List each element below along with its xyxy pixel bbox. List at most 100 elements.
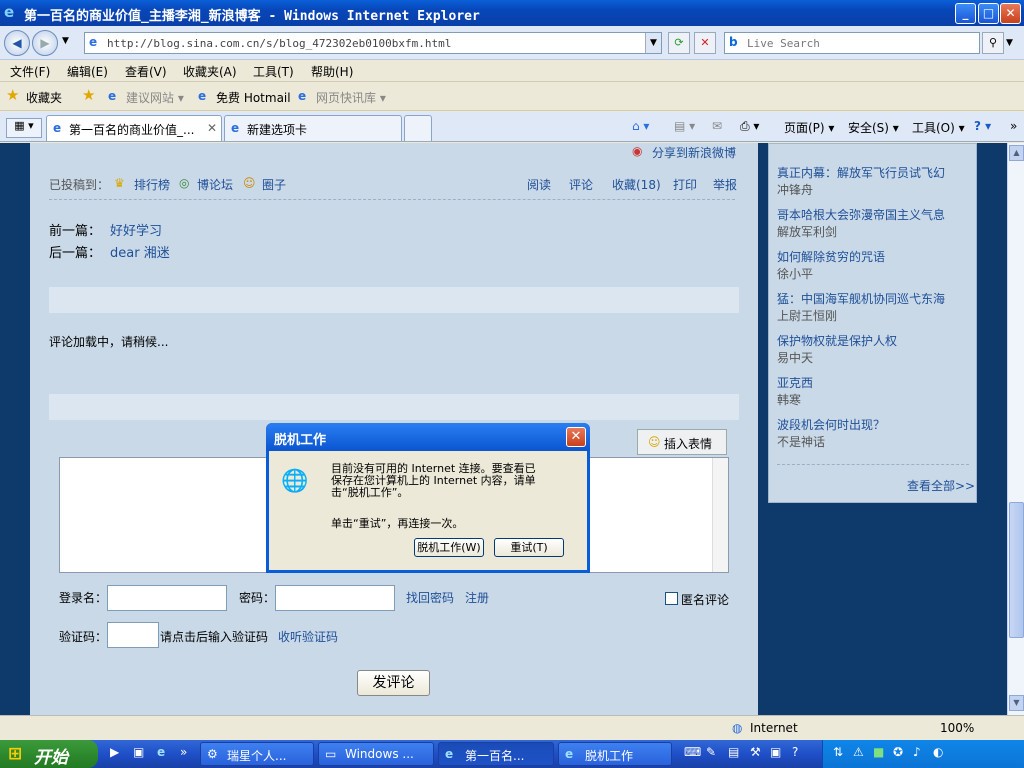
tab-new[interactable]: e 新建选项卡: [224, 115, 402, 141]
password-input[interactable]: [275, 585, 395, 611]
sidebar-post-author[interactable]: 徐小平: [777, 267, 813, 281]
menu-tools[interactable]: 工具(T): [253, 63, 294, 80]
menu-help[interactable]: 帮助(H): [311, 63, 353, 80]
sidebar-post-author[interactable]: 解放军利剑: [777, 225, 837, 239]
help-icon[interactable]: ? ▾: [974, 119, 991, 133]
page-menu[interactable]: 页面(P) ▾: [784, 119, 834, 136]
forward-button[interactable]: ▶: [32, 30, 58, 56]
home-icon[interactable]: ⌂ ▾: [632, 119, 649, 133]
taskbar-item-offline[interactable]: e 脱机工作: [558, 742, 672, 766]
tools-menu[interactable]: 工具(O) ▾: [912, 119, 965, 136]
maximize-button[interactable]: □: [978, 3, 999, 24]
quicklaunch-more-icon[interactable]: »: [180, 745, 187, 759]
listen-captcha-link[interactable]: 收听验证码: [278, 628, 338, 645]
scroll-down-icon[interactable]: ▼: [1009, 695, 1024, 711]
page-scrollbar[interactable]: ▲ ▼: [1007, 143, 1024, 715]
username-input[interactable]: [107, 585, 227, 611]
retry-button[interactable]: 重试(T): [494, 538, 564, 557]
feeds-icon[interactable]: ▤ ▾: [674, 119, 695, 133]
tray-icon[interactable]: ◐: [933, 745, 943, 759]
tool-icon[interactable]: ⚒: [750, 745, 761, 759]
mail-icon[interactable]: ✉: [712, 119, 722, 133]
quick-tabs-icon[interactable]: ▦ ▾: [6, 118, 42, 138]
volume-icon[interactable]: ♪: [913, 745, 921, 759]
sidebar-post-author[interactable]: 上尉王恒刚: [777, 309, 837, 323]
menu-favorites[interactable]: 收藏夹(A): [183, 63, 237, 80]
stop-button[interactable]: ✕: [694, 32, 716, 54]
menu-view[interactable]: 查看(V): [125, 63, 167, 80]
textarea-scrollbar[interactable]: [712, 458, 728, 572]
sidebar-post-link[interactable]: 保护物权就是保护人权: [777, 334, 897, 348]
history-dropdown-icon[interactable]: ▼: [62, 36, 69, 46]
zoom-level[interactable]: 100%: [940, 721, 974, 735]
next-post-link[interactable]: dear 湘迷: [110, 242, 170, 261]
sidebar-post-author[interactable]: 韩寒: [777, 393, 801, 407]
sidebar-post-link[interactable]: 猛：中国海军舰机协同巡弋东海: [777, 292, 945, 306]
submit-comment-button[interactable]: 发评论: [357, 670, 430, 696]
ime-icon[interactable]: ▤: [728, 745, 739, 759]
ime-settings-icon[interactable]: ▣: [770, 745, 781, 759]
share-weibo-link[interactable]: 分享到新浪微博: [652, 144, 736, 161]
address-field[interactable]: e http://blog.sina.com.cn/s/blog_472302e…: [84, 32, 662, 54]
action-report[interactable]: 举报: [713, 176, 737, 193]
action-comment[interactable]: 评论: [569, 176, 593, 193]
tab-close-icon[interactable]: ✕: [207, 121, 217, 135]
tab-active[interactable]: e 第一百名的商业价值_... ✕: [46, 115, 222, 141]
sidebar-post-link[interactable]: 哥本哈根大会弥漫帝国主义气息: [777, 208, 945, 222]
taskbar-item-browser[interactable]: e 第一百名...: [438, 742, 554, 766]
fav-item-webslice[interactable]: 网页快讯库 ▾: [316, 89, 386, 106]
safety-menu[interactable]: 安全(S) ▾: [848, 119, 899, 136]
media-player-icon[interactable]: ▶: [110, 745, 119, 759]
close-button[interactable]: ✕: [1000, 3, 1021, 24]
work-offline-button[interactable]: 脱机工作(W): [414, 538, 484, 557]
sidebar-post-link[interactable]: 亚克西: [777, 376, 813, 390]
action-print[interactable]: 打印: [673, 176, 697, 193]
link-ranking[interactable]: 排行榜: [134, 176, 170, 193]
network-icon[interactable]: ⇅: [833, 745, 843, 759]
address-url[interactable]: http://blog.sina.com.cn/s/blog_472302eb0…: [107, 37, 451, 50]
insert-emoji-button[interactable]: ☺ 插入表情: [637, 429, 727, 455]
taskbar-item-rising[interactable]: ⚙ 瑞星个人...: [200, 742, 314, 766]
help-icon[interactable]: ?: [792, 745, 798, 759]
search-button[interactable]: ⚲: [982, 32, 1004, 54]
address-dropdown-icon[interactable]: ▼: [645, 33, 661, 53]
sidebar-post-link[interactable]: 如何解除贫穷的咒语: [777, 250, 885, 264]
sidebar-post-author[interactable]: 冲锋舟: [777, 183, 813, 197]
desktop-icon[interactable]: ▣: [133, 745, 144, 759]
link-forum[interactable]: 博论坛: [197, 176, 233, 193]
keyboard-icon[interactable]: ⌨: [684, 745, 701, 759]
forgot-password-link[interactable]: 找回密码: [406, 589, 454, 606]
sidebar-post-link[interactable]: 波段机会何时出现？: [777, 418, 885, 432]
pen-icon[interactable]: ✎: [706, 745, 716, 759]
sidebar-post-link[interactable]: 真正内幕：解放军飞行员试飞幻: [777, 166, 945, 180]
ie-quicklaunch-icon[interactable]: e: [157, 745, 165, 759]
prev-post-link[interactable]: 好好学习: [110, 220, 162, 239]
security-icon[interactable]: ⚠: [853, 745, 864, 759]
favorites-button[interactable]: 收藏夹: [26, 89, 62, 106]
back-button[interactable]: ◀: [4, 30, 30, 56]
fav-item-hotmail[interactable]: 免费 Hotmail: [216, 89, 291, 106]
minimize-button[interactable]: _: [955, 3, 976, 24]
scroll-thumb[interactable]: [1009, 502, 1024, 638]
print-icon[interactable]: ⎙ ▾: [740, 119, 759, 134]
add-favorite-icon[interactable]: ★: [82, 86, 95, 104]
menu-file[interactable]: 文件(F): [10, 63, 50, 80]
link-circle[interactable]: 圈子: [262, 176, 286, 193]
new-tab-button[interactable]: [404, 115, 432, 141]
anonymous-checkbox[interactable]: [665, 592, 678, 605]
menu-edit[interactable]: 编辑(E): [67, 63, 108, 80]
search-options-icon[interactable]: ▼: [1006, 38, 1013, 48]
shield-icon[interactable]: ■: [873, 745, 884, 759]
antivirus-icon[interactable]: ✪: [893, 745, 903, 759]
search-field[interactable]: b Live Search: [724, 32, 980, 54]
more-commands-icon[interactable]: »: [1010, 119, 1017, 133]
action-favorite[interactable]: 收藏(18): [612, 176, 661, 193]
taskbar-item-windows[interactable]: ▭ Windows ...: [318, 742, 434, 766]
refresh-button[interactable]: ⟳: [668, 32, 690, 54]
fav-item-suggested[interactable]: 建议网站 ▾: [126, 89, 184, 106]
dialog-close-button[interactable]: ✕: [566, 427, 586, 447]
captcha-input[interactable]: [107, 622, 159, 648]
sidebar-post-author[interactable]: 易中天: [777, 351, 813, 365]
register-link[interactable]: 注册: [465, 589, 489, 606]
action-read[interactable]: 阅读: [527, 176, 551, 193]
